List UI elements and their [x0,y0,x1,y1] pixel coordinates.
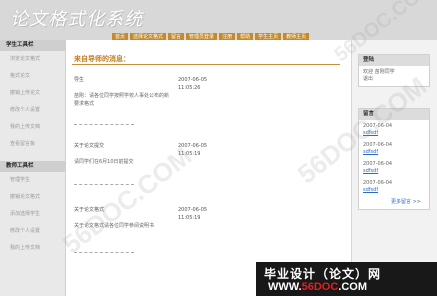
news-title[interactable]: 关于论文格式 [74,206,104,213]
news-desc: 请同学们在6月10日前提交 [74,159,134,165]
footer-url: WWW.56DOC.COM [268,281,368,293]
news-date: 2007-06-05 11:05:19 [178,207,208,221]
news-separator [74,184,134,185]
sidebar-item-settings[interactable]: 修改个人设置 [0,102,65,119]
site-footer-banner: 毕业设计（论文）网 WWW.56DOC.COM [256,262,437,296]
sidebar-item-my-docs[interactable]: 我的上传文档 [0,119,65,136]
list-item: 2007-06-04 sdfsdf [363,180,425,194]
sidebar-item-cancel-format[interactable]: 撤销论文格式 [0,189,65,206]
more-messages-link[interactable]: 更多留言 >> [363,199,425,206]
page-title: 来自导师的消息： [74,55,130,63]
list-item: 2007-06-04 sdfsdf [363,161,425,175]
reply-user-link[interactable]: sdfsdf [363,130,425,137]
sidebar-item-guestbook[interactable]: 查看留言板 [0,136,65,153]
list-item: 2007-06-04 sdfsdf [363,142,425,156]
login-title: 登陆 [359,55,429,66]
news-desc: 苗刚：请各位同学按照学校人事处公布的新要求格式 [74,93,170,107]
reply-date: 2007-06-04 [363,161,393,167]
welcome-text: 欢迎 苗刚同学 [363,69,395,75]
header: 论文格式化系统 首页 选择论文格式 留言 管理员登录 注册 帮助 学生主页 教师… [0,0,437,42]
reply-date: 2007-06-04 [363,180,393,186]
news-desc: 关于论文格式请各位同学参阅说明书 [74,223,155,229]
sidebar-item-teacher-settings[interactable]: 修改个人设置 [0,223,65,240]
news-separator [74,124,134,125]
sidebar-item-cancel-upload[interactable]: 撤销上传论文 [0,85,65,102]
news-date: 2007-06-05 11:05:26 [178,77,208,91]
teacher-tools-title: 教师工具栏 [0,161,65,172]
reply-user-link[interactable]: sdfsdf [363,149,425,156]
reply-user-link[interactable]: sdfsdf [363,187,425,194]
sidebar-item-manage-students[interactable]: 管理学生 [0,172,65,189]
list-item: 2007-06-04 sdfsdf [363,123,425,137]
reply-user-link[interactable]: sdfsdf [363,168,425,175]
sidebar-item-teacher-docs[interactable]: 我的上传文档 [0,240,65,257]
news-date: 2007-06-05 11:05:19 [178,143,208,157]
sidebar-item-format-paper[interactable]: 格式论文 [0,68,65,85]
title-divider [72,64,340,65]
reply-date: 2007-06-04 [363,123,393,129]
footer-site-name: 毕业设计（论文）网 [264,267,382,281]
login-box: 登陆 欢迎 苗刚同学 退出 [358,54,430,87]
logout-link[interactable]: 退出 [363,76,425,83]
right-sidebar: 登陆 欢迎 苗刚同学 退出 留言 2007-06-04 sdfsdf 2007-… [351,40,437,296]
news-title[interactable]: 关于论文提交 [74,142,104,149]
news-separator [74,252,134,253]
guestbook-box: 留言 2007-06-04 sdfsdf 2007-06-04 sdfsdf 2… [358,108,430,210]
sidebar-item-browse-format[interactable]: 浏览论文格式 [0,51,65,68]
student-tools-title: 学生工具栏 [0,40,65,51]
app-title: 论文格式化系统 [10,9,143,30]
news-title[interactable]: 导生 [74,76,84,83]
reply-date: 2007-06-04 [363,142,393,148]
main-content: 来自导师的消息： 导生 2007-06-05 11:05:26 苗刚：请各位同学… [66,40,351,296]
sidebar-item-add-student[interactable]: 添加选择学生 [0,206,65,223]
left-sidebar: 学生工具栏 浏览论文格式 格式论文 撤销上传论文 修改个人设置 我的上传文档 查… [0,40,66,296]
guestbook-title: 留言 [359,109,429,120]
